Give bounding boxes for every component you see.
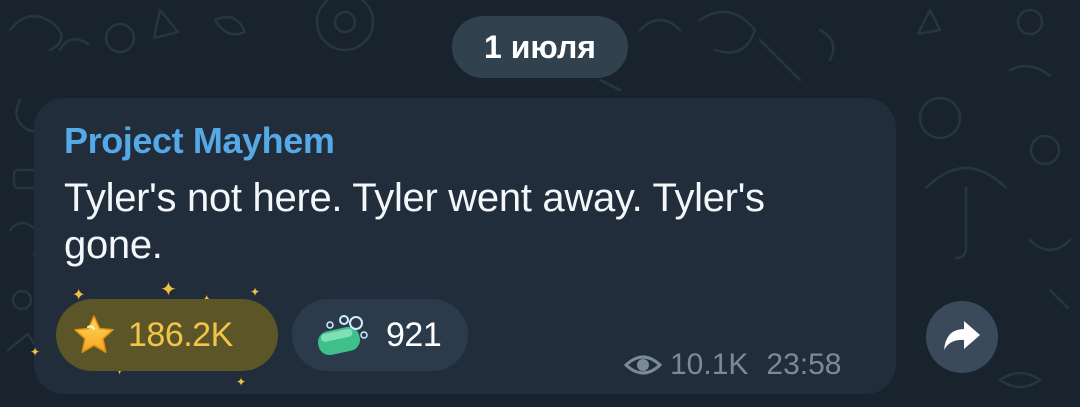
forward-button[interactable] (926, 301, 998, 373)
reaction-soap-count: 921 (386, 315, 442, 354)
message-time: 23:58 (766, 348, 842, 381)
view-count: 10.1K (670, 348, 749, 381)
message-text: Tyler's not here. Tyler went away. Tyler… (64, 176, 765, 267)
soap-icon (314, 313, 370, 357)
views-eye-icon (624, 353, 662, 377)
forward-arrow-icon (942, 317, 982, 358)
reaction-soap-button[interactable]: 921 (292, 299, 468, 371)
sender-name[interactable]: Project Mayhem (64, 120, 335, 162)
message-meta: 10.1K 23:58 (624, 345, 841, 385)
star-icon (72, 313, 116, 357)
reaction-star-count: 186.2K (128, 315, 233, 354)
date-divider: 1 июля (452, 16, 628, 78)
reaction-star-button[interactable]: 186.2K (56, 299, 278, 371)
